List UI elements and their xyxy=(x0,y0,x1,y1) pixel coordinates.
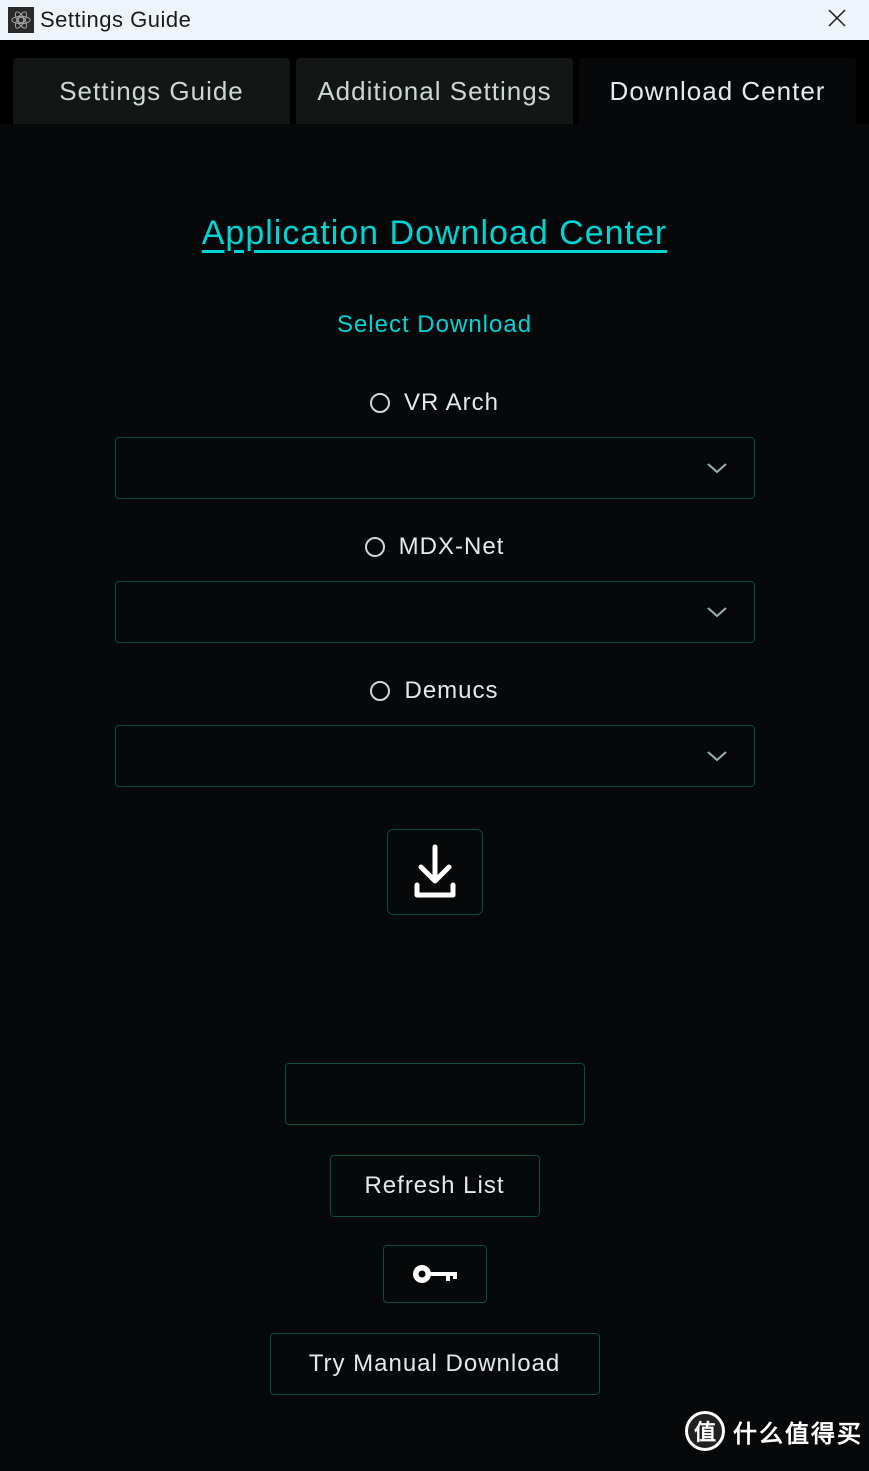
manual-download-button[interactable]: Try Manual Download xyxy=(270,1333,600,1395)
page-heading: Application Download Center xyxy=(202,214,667,253)
tab-label: Download Center xyxy=(610,76,826,107)
key-icon xyxy=(410,1260,460,1288)
combo-mdx-net[interactable] xyxy=(115,581,755,643)
radio-vr-arch[interactable] xyxy=(370,393,390,413)
main-content: Application Download Center Select Downl… xyxy=(0,124,869,1425)
download-button[interactable] xyxy=(387,829,483,915)
chevron-down-icon xyxy=(706,461,728,475)
tab-download-center[interactable]: Download Center xyxy=(579,58,856,124)
chevron-down-icon xyxy=(706,605,728,619)
key-button[interactable] xyxy=(383,1245,487,1303)
watermark-badge: 值 xyxy=(685,1411,725,1451)
radio-demucs-row: Demucs xyxy=(370,677,498,705)
close-button[interactable] xyxy=(817,4,857,38)
chevron-down-icon xyxy=(706,749,728,763)
button-label: Try Manual Download xyxy=(309,1350,561,1378)
watermark: 值 什么值得买 xyxy=(685,1411,863,1451)
tab-label: Additional Settings xyxy=(317,76,551,107)
radio-mdx-net[interactable] xyxy=(365,537,385,557)
tab-settings-guide[interactable]: Settings Guide xyxy=(13,58,290,124)
status-box xyxy=(285,1063,585,1125)
tab-label: Settings Guide xyxy=(59,76,244,107)
combo-vr-arch[interactable] xyxy=(115,437,755,499)
radio-mdx-net-row: MDX-Net xyxy=(365,533,505,561)
download-icon xyxy=(409,843,461,901)
titlebar: Settings Guide xyxy=(0,0,869,40)
button-label: Refresh List xyxy=(364,1172,504,1200)
radio-demucs[interactable] xyxy=(370,681,390,701)
page-subheading: Select Download xyxy=(337,311,532,339)
radio-label: MDX-Net xyxy=(399,533,505,561)
radio-label: VR Arch xyxy=(404,389,499,417)
radio-vr-arch-row: VR Arch xyxy=(370,389,499,417)
tab-additional-settings[interactable]: Additional Settings xyxy=(296,58,573,124)
window-title: Settings Guide xyxy=(40,7,191,33)
combo-demucs[interactable] xyxy=(115,725,755,787)
refresh-list-button[interactable]: Refresh List xyxy=(330,1155,540,1217)
tab-bar: Settings Guide Additional Settings Downl… xyxy=(0,40,869,124)
radio-label: Demucs xyxy=(404,677,498,705)
app-icon xyxy=(8,7,34,33)
watermark-text: 什么值得买 xyxy=(733,1414,863,1449)
